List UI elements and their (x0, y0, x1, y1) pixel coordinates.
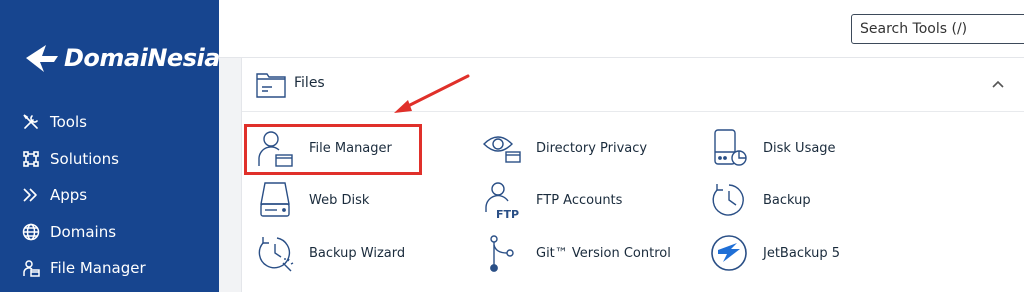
tool-backup-wizard[interactable]: Backup Wizard (255, 233, 405, 273)
tool-web-disk[interactable]: Web Disk (255, 180, 369, 220)
search-input[interactable] (851, 14, 1024, 44)
file-manager-icon (22, 259, 40, 277)
apps-icon (22, 186, 40, 204)
sidebar-item-tools[interactable]: Tools (0, 104, 219, 141)
tool-jetbackup[interactable]: JetBackup 5 (709, 233, 840, 273)
file-manager-icon (255, 128, 295, 168)
ftp-accounts-icon: FTP (482, 180, 522, 220)
tool-backup[interactable]: Backup (709, 180, 811, 220)
sidebar-item-label: Tools (50, 113, 87, 132)
sidebar-item-file-manager[interactable]: File Manager (0, 250, 219, 287)
disk-usage-icon (709, 128, 749, 168)
sidebar-item-label: File Manager (50, 259, 146, 278)
tool-label: Backup Wizard (309, 245, 406, 261)
jetbackup-icon (709, 233, 749, 273)
tool-label: Directory Privacy (536, 140, 648, 156)
sidebar-item-solutions[interactable]: Solutions (0, 141, 219, 178)
tool-label: Web Disk (309, 192, 370, 208)
chevron-up-icon[interactable] (988, 74, 1008, 94)
tool-label: JetBackup 5 (763, 245, 840, 261)
sidebar-item-label: Solutions (50, 149, 119, 168)
tool-file-manager[interactable]: File Manager (255, 128, 392, 168)
sidebar-nav: Tools Solutions Apps Domains File Manage… (0, 104, 219, 287)
backup-wizard-icon (255, 233, 295, 273)
globe-icon (22, 223, 40, 241)
sidebar-item-label: Domains (50, 222, 117, 241)
tool-directory-privacy[interactable]: Directory Privacy (482, 128, 647, 168)
tool-disk-usage[interactable]: Disk Usage (709, 128, 836, 168)
solutions-icon (22, 150, 40, 168)
backup-icon (709, 180, 749, 220)
panel-title: Files (294, 75, 325, 91)
tool-ftp-accounts[interactable]: FTP FTP Accounts (482, 180, 622, 220)
brand-name: DomaiNesia (64, 44, 220, 72)
directory-privacy-icon (482, 128, 522, 168)
logo-mark-icon (26, 45, 58, 72)
top-bar (219, 0, 1024, 58)
web-disk-icon (255, 180, 295, 220)
tool-git-version-control[interactable]: Git™ Version Control (482, 233, 671, 273)
tool-label: Disk Usage (763, 140, 836, 156)
sidebar-item-domains[interactable]: Domains (0, 214, 219, 251)
sidebar-item-apps[interactable]: Apps (0, 177, 219, 214)
svg-text:FTP: FTP (496, 208, 519, 220)
tool-label: FTP Accounts (536, 192, 623, 208)
sidebar-item-label: Apps (50, 186, 88, 205)
sidebar: DomaiNesia Tools Solutions Apps Domains (0, 0, 220, 292)
tool-label: Git™ Version Control (536, 245, 671, 261)
folder-icon (256, 70, 286, 102)
git-icon (482, 233, 522, 273)
tools-icon (22, 113, 40, 131)
brand-logo[interactable]: DomaiNesia (24, 40, 220, 84)
tool-label: File Manager (309, 140, 392, 156)
tool-label: Backup (763, 192, 811, 208)
files-panel: Files File Manager Directory Privacy Dis… (241, 58, 1024, 292)
panel-header[interactable]: Files (242, 58, 1024, 112)
